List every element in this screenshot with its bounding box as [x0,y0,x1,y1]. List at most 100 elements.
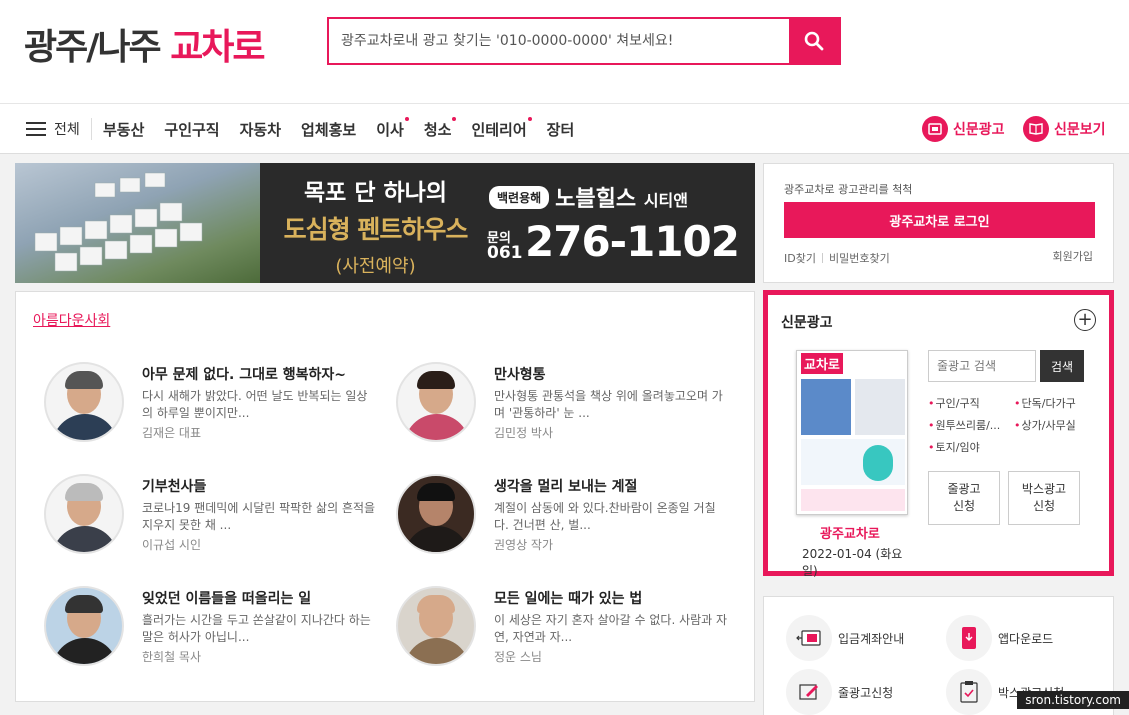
search-icon [804,31,824,51]
quick-link-app[interactable]: 앱다운로드 [946,615,1053,661]
all-menu-button[interactable]: 전체 [26,119,80,139]
apply-label-line2: 신청 [952,499,976,513]
phone-label: 문의 061 [487,231,523,263]
column-category-link[interactable]: 아름다운사회 [33,310,110,330]
column-excerpt: 흘러가는 시간을 두고 쏜살같이 지나간다 하는 말은 허사가 아닙니... [142,613,371,644]
thumbnail-logo: 교차로 [801,352,843,374]
column-title: 아무 문제 없다. 그대로 행복하자~ [142,367,346,383]
clipboard-icon [946,669,992,715]
watermark: sron.tistory.com [1017,691,1129,709]
main-nav: 전체 부동산 구인구직 자동차 업체홍보 이사 청소 인테리어 장터 신문광고 … [0,104,1129,154]
column-author: 한희철 목사 [142,650,202,664]
line-ad-apply-button[interactable]: 줄광고신청 [928,471,1000,525]
link-divider [821,253,823,263]
column-item[interactable]: 만사형통 만사형통 관통석을 책상 위에 올려놓고오며 가며 '관통하라' 눈 … [396,362,736,452]
nav-item-market[interactable]: 장터 [547,119,575,140]
phone-number: 276-1102 [525,217,740,266]
box-ad-apply-label: 박스광고 신청 [1022,481,1066,515]
newspaper-ad-panel: 신문광고 + 교차로 광주교차로 2022-01-04 (화요일) 검색 구인/… [763,290,1114,578]
mascot-icon [863,445,893,481]
nav-item-cars[interactable]: 자동차 [240,119,281,140]
column-item[interactable]: 모든 일에는 때가 있는 법 이 세상은 자기 혼자 살아갈 수 없다. 사람과… [396,586,736,676]
newspaper-view-link[interactable]: 신문보기 [1023,116,1106,142]
column-title: 기부천사들 [142,479,207,495]
column-title: 잊었던 이름들을 떠올리는 일 [142,591,312,607]
ad-banner[interactable]: 목포 단 하나의 도심형 펜트하우스 (사전예약) 백련용해 노블힐스 시티앤 … [15,163,755,283]
columns-panel: 아름다운사회 아무 문제 없다. 그대로 행복하자~ 다시 새해가 밝았다. 어… [15,291,755,702]
login-links: ID찾기 비밀번호찾기 [784,250,890,266]
ad-category-rooms[interactable]: 원투쓰리룸/... [928,417,1001,433]
box-ad-apply-button[interactable]: 박스광고 신청 [1008,471,1080,525]
line-ad-search-button[interactable]: 검색 [1040,350,1084,382]
all-menu-label: 전체 [54,122,80,138]
column-item[interactable]: 잊었던 이름들을 떠올리는 일 흘러가는 시간을 두고 쏜살같이 지나간다 하는… [44,586,384,676]
column-item[interactable]: 기부천사들 코로나19 팬데믹에 시달린 팍팍한 삶의 흔적을 지우지 못한 채… [44,474,384,564]
login-description: 광주교차로 광고관리를 척척 [784,183,913,196]
quick-link-deposit[interactable]: 입금계좌안내 [786,615,904,661]
column-item[interactable]: 생각을 멀리 보내는 계절 계절이 삼동에 와 있다.찬바람이 온종일 거칠다.… [396,474,736,564]
author-avatar [396,586,476,666]
join-link[interactable]: 회원가입 [1053,248,1093,264]
find-password-link[interactable]: 비밀번호찾기 [829,250,890,266]
phone-area-code: 061 [487,243,523,263]
author-avatar [396,474,476,554]
column-author: 김민정 박사 [494,426,554,440]
nav-item-cleaning[interactable]: 청소 [424,117,456,140]
login-button[interactable]: 광주교차로 로그인 [784,202,1095,238]
thumbnail-block [855,379,905,435]
column-author: 권영상 작가 [494,538,554,552]
author-avatar [396,362,476,442]
newspaper-date: 2022-01-04 (화요일) [802,547,903,578]
banner-line1: 목포 단 하나의 [304,180,447,206]
ad-category-shops[interactable]: 상가/사무실 [1014,417,1076,433]
newspaper-name[interactable]: 광주교차로 [796,523,916,542]
column-author: 정운 스님 [494,650,542,664]
search-bar [327,17,841,65]
thumbnail-block [801,489,905,511]
nav-item-business[interactable]: 업체홍보 [301,119,356,140]
column-title: 모든 일에는 때가 있는 법 [494,591,643,607]
column-excerpt: 코로나19 팬데믹에 시달린 팍팍한 삶의 흔적을 지우지 못한 채 ... [142,501,376,532]
newspaper-thumbnail[interactable]: 교차로 [796,350,908,515]
search-input[interactable] [329,19,791,63]
hamburger-icon [26,122,46,136]
banner-brand: 백련용해 노블힐스 시티앤 [489,181,688,213]
site-header: 광주/나주 교차로 [0,0,1129,104]
newspaper-view-label: 신문보기 [1054,122,1106,138]
ad-category-house[interactable]: 단독/다가구 [1014,395,1076,411]
line-ad-search-input[interactable] [929,351,1035,381]
login-box: 광주교차로 광고관리를 척척 광주교차로 로그인 ID찾기 비밀번호찾기 회원가… [763,163,1114,283]
nav-item-jobs[interactable]: 구인구직 [164,119,219,140]
column-excerpt: 다시 새해가 밝았다. 어떤 날도 반복되는 일상의 하루일 뿐이지만... [142,389,368,420]
deposit-account-icon [786,615,832,661]
apply-label-line1: 줄광고 [947,482,981,496]
column-excerpt: 이 세상은 자기 혼자 살아갈 수 없다. 사람과 자연, 자연과 자... [494,613,728,644]
newspaper-ad-link[interactable]: 신문광고 [922,116,1005,142]
quick-link-line-ad[interactable]: 줄광고신청 [786,669,893,715]
find-id-link[interactable]: ID찾기 [784,250,816,266]
site-logo[interactable]: 광주/나주 교차로 [24,18,266,70]
ad-category-jobs[interactable]: 구인/구직 [928,395,980,411]
phone-download-icon [946,615,992,661]
brand-tag: 백련용해 [489,185,550,209]
quick-link-label: 앱다운로드 [998,631,1054,646]
column-title: 생각을 멀리 보내는 계절 [494,479,638,495]
banner-phone: 문의 061 276-1102 [487,217,740,266]
column-excerpt: 만사형통 관통석을 책상 위에 올려놓고오며 가며 '관통하라' 눈 ... [494,389,723,420]
author-avatar [44,586,124,666]
column-author: 김재은 대표 [142,426,202,440]
search-button[interactable] [789,19,839,63]
plus-icon[interactable]: + [1074,309,1096,331]
quick-link-label: 줄광고신청 [838,685,894,700]
ad-category-land[interactable]: 토지/임야 [928,439,980,455]
nav-categories: 부동산 구인구직 자동차 업체홍보 이사 청소 인테리어 장터 [103,117,594,140]
book-icon [1023,116,1049,142]
thumbnail-block [801,379,851,435]
nav-divider [91,118,92,140]
nav-item-realestate[interactable]: 부동산 [103,119,144,140]
banner-headline: 목포 단 하나의 도심형 펜트하우스 (사전예약) [273,173,478,278]
column-item[interactable]: 아무 문제 없다. 그대로 행복하자~ 다시 새해가 밝았다. 어떤 날도 반복… [44,362,384,452]
nav-item-interior[interactable]: 인테리어 [471,117,532,140]
nav-item-moving[interactable]: 이사 [376,117,409,140]
author-avatar [44,362,124,442]
